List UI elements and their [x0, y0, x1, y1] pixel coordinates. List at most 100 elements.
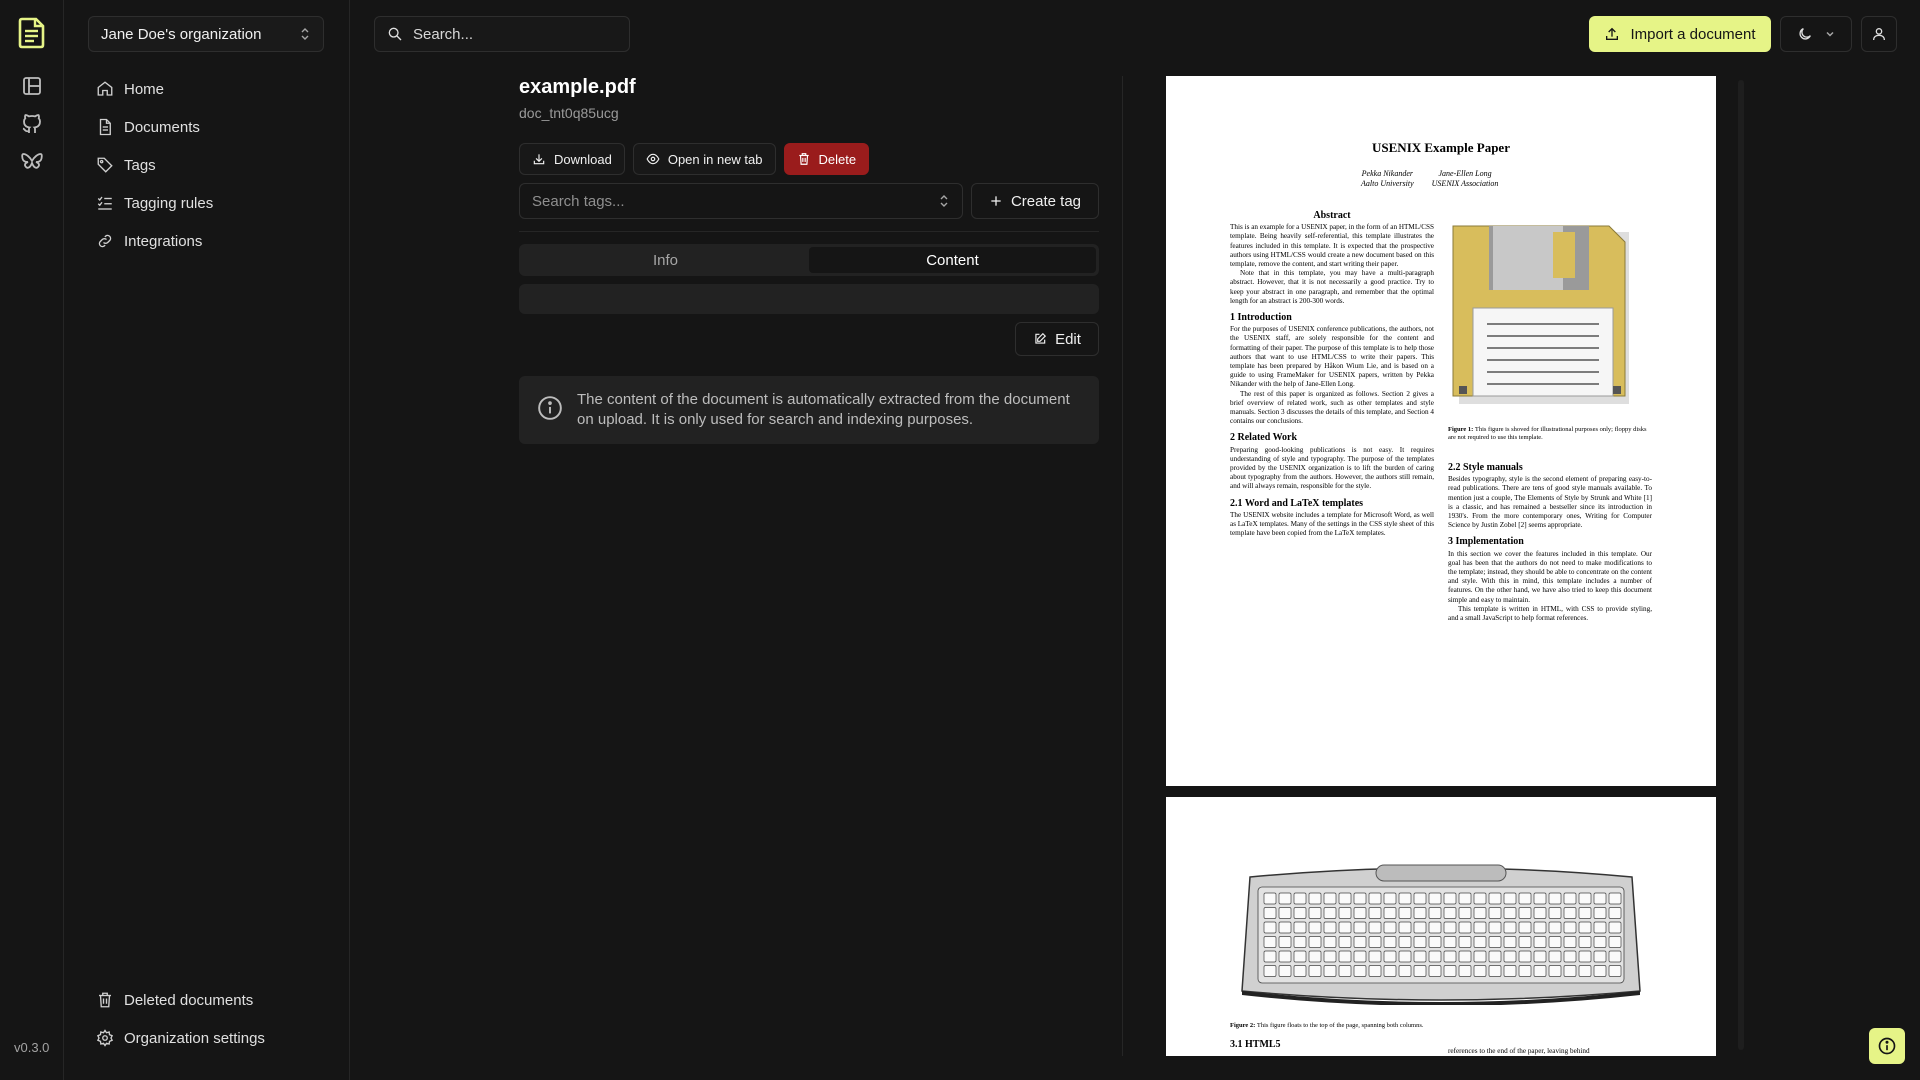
- section-heading: 1 Introduction: [1230, 312, 1292, 324]
- figure-caption: Figure 1: This figure is shoved for illu…: [1448, 426, 1652, 442]
- sidebar-bottom-nav: Deleted documents Organization settings: [88, 981, 326, 1057]
- chevron-down-icon: [1826, 31, 1834, 37]
- import-document-button[interactable]: Import a document: [1589, 16, 1771, 52]
- tab-content[interactable]: Content: [809, 247, 1096, 273]
- paragraph: Note that in this template, you may have…: [1230, 269, 1434, 305]
- open-in-new-tab-label: Open in new tab: [667, 151, 763, 167]
- link-icon: [98, 234, 112, 248]
- eye-icon: [646, 153, 660, 165]
- user-icon: [1873, 28, 1885, 41]
- delete-label: Delete: [818, 151, 857, 167]
- author-name: Jane-Ellen Long: [1438, 169, 1492, 178]
- file-text-icon: [99, 118, 111, 136]
- paragraph: The USENIX website includes a template f…: [1230, 510, 1434, 538]
- delete-button[interactable]: Delete: [783, 143, 870, 175]
- github-icon[interactable]: [20, 112, 44, 136]
- info-help-button[interactable]: [1869, 1028, 1905, 1064]
- paragraph: Preparing good-looking publications is n…: [1230, 445, 1434, 491]
- settings-icon: [96, 1029, 114, 1047]
- papra-logo-icon[interactable]: [16, 16, 48, 50]
- pdf-page-2: Figure 2: This figure floats to the top …: [1166, 797, 1716, 1056]
- bluesky-icon[interactable]: [20, 150, 44, 174]
- sidebar-item-label: Integrations: [124, 232, 203, 250]
- sidebar-item-tagging-rules[interactable]: Tagging rules: [88, 184, 326, 222]
- figure-caption: Figure 2: This figure floats to the top …: [1230, 1022, 1650, 1030]
- user-menu-button[interactable]: [1861, 16, 1897, 52]
- download-label: Download: [554, 151, 612, 167]
- figure-caption-label: Figure 2:: [1230, 1022, 1256, 1029]
- sidebar-item-label: Organization settings: [124, 1029, 265, 1047]
- top-bar: Search... Import a document: [350, 0, 1920, 68]
- divider: [519, 231, 1099, 232]
- floppy-disk-illustration: [1452, 225, 1629, 404]
- sidebar-item-label: Home: [124, 80, 165, 98]
- paragraph: references to the end of the paper, leav…: [1448, 1047, 1590, 1055]
- section-heading: 2.1 Word and LaTeX templates: [1230, 497, 1364, 509]
- content-text-area[interactable]: [519, 284, 1099, 314]
- sidebar-item-label: Deleted documents: [124, 991, 254, 1009]
- panel-divider: [1122, 76, 1123, 1056]
- create-tag-button[interactable]: Create tag: [971, 183, 1099, 219]
- edit-button[interactable]: Edit: [1015, 322, 1099, 356]
- paper-right-column: references to the end of the paper, leav…: [1448, 1047, 1652, 1056]
- tags-search-select[interactable]: Search tags...: [519, 183, 963, 219]
- trash-icon: [99, 992, 111, 1008]
- edit-label: Edit: [1055, 330, 1081, 348]
- version-label: v0.3.0: [14, 1040, 50, 1055]
- info-icon: [538, 396, 562, 420]
- preview-scrollbar[interactable]: [1738, 80, 1744, 1050]
- figure-caption-text: This figure floats to the top of the pag…: [1256, 1022, 1424, 1029]
- figure-caption-label: Figure 1:: [1448, 426, 1474, 433]
- section-heading: 2 Related Work: [1230, 432, 1298, 444]
- search-icon: [388, 27, 402, 41]
- sidebar-item-integrations[interactable]: Integrations: [88, 222, 326, 260]
- keyboard-illustration: [1241, 864, 1641, 1005]
- section-heading: Abstract: [1313, 210, 1351, 221]
- section-heading: 2.2 Style manuals: [1448, 462, 1523, 473]
- section-heading: 3.1 HTML5: [1230, 1039, 1281, 1050]
- paragraph: In this section we cover the features in…: [1448, 549, 1652, 604]
- paragraph: The rest of this paper is organized as f…: [1230, 389, 1434, 426]
- author-affiliation: Aalto University: [1361, 179, 1414, 188]
- sidebar-item-tags[interactable]: Tags: [88, 146, 326, 184]
- sidebar-item-label: Tagging rules: [124, 194, 214, 212]
- chevrons-up-down-icon: [940, 195, 948, 207]
- paragraph: Besides typography, style is the second …: [1448, 475, 1652, 530]
- tab-info[interactable]: Info: [522, 247, 809, 273]
- pdf-page-1: USENIX Example Paper Pekka Nikander Aalt…: [1166, 76, 1716, 786]
- paragraph: This is an example for a USENIX paper, i…: [1230, 223, 1434, 269]
- sidebar-item-home[interactable]: Home: [88, 70, 326, 108]
- pdf-preview[interactable]: USENIX Example Paper Pekka Nikander Aalt…: [1166, 76, 1716, 1056]
- tags-row: Search tags... Create tag: [519, 183, 1099, 219]
- tags-placeholder: Search tags...: [532, 192, 625, 210]
- sidebar-item-organization-settings[interactable]: Organization settings: [88, 1019, 326, 1057]
- sidebar-item-deleted-documents[interactable]: Deleted documents: [88, 981, 326, 1019]
- paper-authors: Pekka Nikander Aalto University Jane-Ell…: [1361, 169, 1498, 189]
- info-text: The content of the document is automatic…: [577, 391, 1070, 428]
- search-input[interactable]: Search...: [374, 16, 630, 52]
- paragraph: For the purposes of USENIX conference pu…: [1230, 325, 1434, 389]
- chevrons-up-down-icon: [301, 28, 309, 40]
- list-checks-icon: [97, 196, 112, 210]
- sidebar-item-label: Documents: [124, 118, 200, 136]
- upload-icon: [1606, 27, 1619, 40]
- dashboard-icon[interactable]: [20, 74, 44, 98]
- paper-left-column: Abstract This is an example for a USENIX…: [1230, 204, 1434, 539]
- paper-right-column: 2.2 Style manuals Besides typography, st…: [1448, 456, 1652, 623]
- paper-title: USENIX Example Paper: [1372, 140, 1510, 155]
- plus-icon: [991, 196, 1001, 206]
- sidebar: Jane Doe's organization Home Documents T…: [64, 0, 350, 1080]
- section-heading: 3 Implementation: [1448, 536, 1524, 548]
- document-details: example.pdf doc_tnt0q85ucg Download Open…: [519, 76, 1099, 444]
- organization-selector[interactable]: Jane Doe's organization: [88, 16, 324, 52]
- theme-toggle-button[interactable]: [1780, 16, 1852, 52]
- sidebar-item-documents[interactable]: Documents: [88, 108, 326, 146]
- download-button[interactable]: Download: [519, 143, 625, 175]
- info-icon: [1878, 1037, 1896, 1055]
- create-tag-label: Create tag: [1010, 192, 1082, 210]
- open-in-new-tab-button[interactable]: Open in new tab: [632, 143, 776, 175]
- edit-row: Edit: [519, 322, 1099, 356]
- import-document-label: Import a document: [1630, 25, 1756, 43]
- moon-icon: [1799, 28, 1811, 40]
- paragraph: This template is written in HTML, with C…: [1448, 604, 1652, 623]
